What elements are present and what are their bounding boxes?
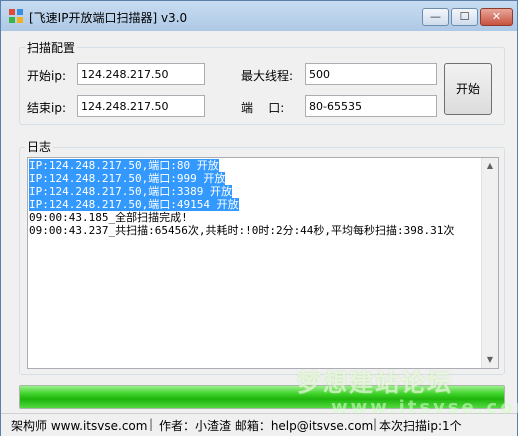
status-architect: 架构师 www.itsvse.com — [11, 419, 148, 433]
log-line: IP:124.248.217.50,端口:80 开放 — [29, 159, 481, 172]
log-line: IP:124.248.217.50,端口:49154 开放 — [29, 198, 481, 211]
close-button[interactable]: ✕ — [480, 8, 513, 26]
scan-config-label: 扫描配置 — [25, 39, 78, 56]
main-window: [飞速IP开放端口扫描器] v3.0 — ☐ ✕ 扫描配置 开始ip: 结束ip… — [0, 0, 518, 436]
threads-label: 最大线程: — [241, 69, 294, 83]
scroll-down-icon[interactable]: ▼ — [482, 352, 498, 368]
log-line: IP:124.248.217.50,端口:999 开放 — [29, 172, 481, 185]
title-bar[interactable]: [飞速IP开放端口扫描器] v3.0 — ☐ ✕ — [1, 1, 517, 31]
log-line: 09:00:43.185_全部扫描完成! — [29, 211, 481, 224]
minimize-button[interactable]: — — [422, 8, 449, 26]
log-lines: IP:124.248.217.50,端口:80 开放 IP:124.248.217… — [29, 159, 481, 237]
max-threads-input[interactable] — [305, 63, 437, 85]
log-line-text: 09:00:43.237_共扫描:65456次,共耗时:!0时:2分:44秒,平… — [29, 224, 455, 237]
log-line-text: IP:124.248.217.50,端口:80 开放 — [29, 159, 219, 172]
app-icon — [9, 9, 23, 23]
port-label: 端 口: — [241, 101, 285, 115]
log-line-text: 09:00:43.185_全部扫描完成! — [29, 211, 188, 224]
watermark-text: 梦想建站论坛 — [297, 369, 453, 397]
start-ip-input[interactable] — [77, 63, 205, 85]
start-ip-label: 开始ip: — [27, 69, 66, 83]
port-range-input[interactable] — [305, 95, 437, 117]
window-title: [飞速IP开放端口扫描器] v3.0 — [29, 11, 188, 25]
end-ip-label: 结束ip: — [27, 101, 66, 115]
end-ip-input[interactable] — [77, 95, 205, 117]
log-textarea[interactable]: IP:124.248.217.50,端口:80 开放 IP:124.248.217… — [27, 157, 499, 369]
status-separator: | — [149, 417, 154, 431]
scroll-up-icon[interactable]: ▲ — [482, 158, 498, 174]
log-group-label: 日志 — [25, 138, 54, 155]
start-button[interactable]: 开始 — [444, 63, 492, 115]
log-line: IP:124.248.217.50,端口:3389 开放 — [29, 185, 481, 198]
log-line-text: IP:124.248.217.50,端口:3389 开放 — [29, 185, 232, 198]
log-line: 09:00:43.237_共扫描:65456次,共耗时:!0时:2分:44秒,平… — [29, 224, 481, 237]
log-scrollbar[interactable]: ▲ ▼ — [481, 158, 498, 368]
log-line-text: IP:124.248.217.50,端口:49154 开放 — [29, 198, 239, 211]
log-line-text: IP:124.248.217.50,端口:999 开放 — [29, 172, 226, 185]
status-ip-count: 本次扫描ip:1个 — [379, 419, 462, 433]
watermark-url: www.itsvse.com — [331, 397, 518, 418]
status-separator: | — [373, 417, 378, 431]
status-author: 作者：小渣渣 邮箱：help@itsvse.com — [159, 419, 374, 433]
maximize-button[interactable]: ☐ — [451, 8, 478, 26]
